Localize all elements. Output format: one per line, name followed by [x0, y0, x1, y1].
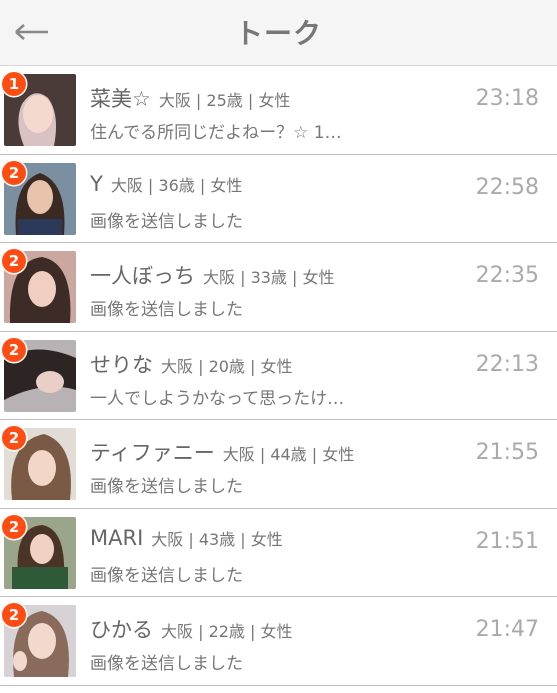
contact-name: せりな	[90, 352, 153, 377]
chat-name-line: せりな 大阪 | 20歳 | 女性	[90, 349, 293, 379]
last-message: 画像を送信しました	[90, 477, 243, 497]
contact-meta: 大阪 | 22歳 | 女性	[161, 622, 293, 641]
timestamp: 21:55	[475, 440, 539, 465]
top-bar: トーク	[0, 0, 557, 66]
last-message: 一人でしようかなって思ったけ…	[90, 388, 345, 409]
unread-badge: 2	[2, 426, 26, 450]
chat-row[interactable]: 2 ひかる 大阪 | 22歳 | 女性 画像を送信しました 21:47	[0, 597, 557, 686]
chat-row[interactable]: 2 MARI 大阪 | 43歳 | 女性 画像を送信しました 21:51	[0, 508, 557, 597]
chat-name-line: MARI 大阪 | 43歳 | 女性	[90, 526, 283, 550]
timestamp: 22:13	[475, 351, 539, 377]
last-message: 画像を送信しました	[90, 300, 243, 320]
unread-badge: 2	[2, 249, 26, 273]
chat-name-line: 菜美☆ 大阪 | 25歳 | 女性	[90, 83, 290, 113]
unread-badge: 2	[2, 337, 26, 362]
chat-row[interactable]: 2 せりな 大阪 | 20歳 | 女性 一人でしようかなって思ったけ… 22:13	[0, 331, 557, 420]
chat-name-line: Y 大阪 | 36歳 | 女性	[90, 172, 242, 196]
contact-meta: 大阪 | 25歳 | 女性	[158, 91, 291, 110]
timestamp: 22:35	[475, 263, 539, 288]
contact-meta: 大阪 | 36歳 | 女性	[110, 175, 243, 195]
unread-badge: 2	[2, 514, 26, 539]
contact-name: Y	[90, 171, 103, 196]
last-message: 画像を送信しました	[90, 211, 243, 232]
contact-meta: 大阪 | 33歳 | 女性	[203, 268, 335, 287]
chat-name-line: ひかる 大阪 | 22歳 | 女性	[90, 614, 293, 644]
last-message: 画像を送信しました	[90, 565, 243, 586]
contact-name: ひかる	[90, 618, 153, 642]
chat-row[interactable]: 1 菜美☆ 大阪 | 25歳 | 女性 住んでる所同じだよねー？☆ 1… 23:1…	[0, 66, 557, 155]
contact-name: MARI	[90, 525, 144, 550]
unread-badge: 1	[2, 72, 26, 96]
chat-name-line: ティファニー 大阪 | 44歳 | 女性	[90, 437, 354, 467]
last-message: 画像を送信しました	[90, 654, 243, 674]
unread-badge: 2	[2, 603, 26, 627]
timestamp: 21:47	[475, 617, 539, 642]
contact-meta: 大阪 | 20歳 | 女性	[161, 356, 293, 376]
chat-row[interactable]: 2 Y 大阪 | 36歳 | 女性 画像を送信しました 22:58	[0, 154, 557, 243]
contact-meta: 大阪 | 43歳 | 女性	[151, 529, 283, 549]
unread-badge: 2	[2, 160, 26, 185]
contact-name: ティファニー	[90, 441, 215, 465]
chat-name-line: 一人ぼっち 大阪 | 33歳 | 女性	[90, 260, 335, 290]
last-message: 住んでる所同じだよねー？☆ 1…	[90, 123, 342, 143]
page-title: トーク	[234, 17, 322, 50]
contact-name: 一人ぼっち	[90, 264, 195, 288]
timestamp: 22:58	[475, 174, 539, 200]
timestamp: 21:51	[475, 528, 539, 554]
contact-name: 菜美☆	[90, 87, 151, 111]
timestamp: 23:18	[475, 86, 539, 111]
chat-row[interactable]: 2 ティファニー 大阪 | 44歳 | 女性 画像を送信しました 21:55	[0, 420, 557, 509]
chat-row[interactable]: 2 一人ぼっち 大阪 | 33歳 | 女性 画像を送信しました 22:35	[0, 243, 557, 332]
contact-meta: 大阪 | 44歳 | 女性	[222, 445, 355, 464]
chat-list: 1 菜美☆ 大阪 | 25歳 | 女性 住んでる所同じだよねー？☆ 1… 23:1…	[0, 66, 557, 686]
